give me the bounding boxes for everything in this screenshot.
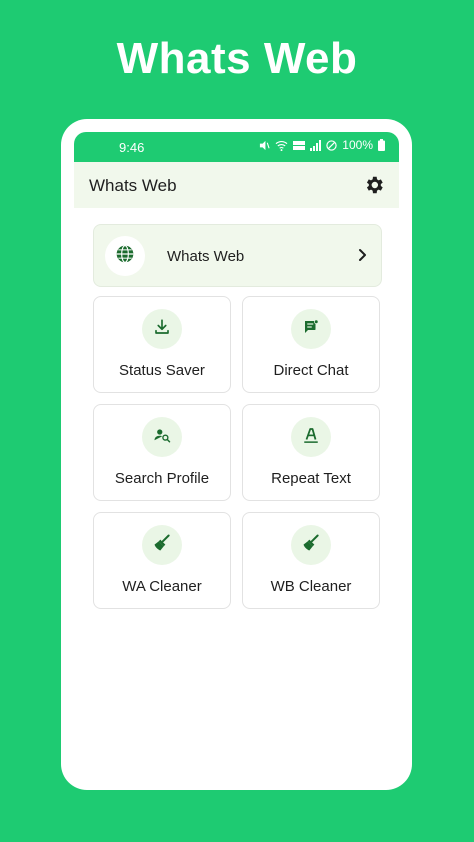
- signal-icon: [310, 139, 322, 151]
- broom-icon: [301, 533, 321, 558]
- tile-direct-chat[interactable]: Direct Chat: [242, 296, 380, 393]
- whats-web-card[interactable]: Whats Web: [93, 224, 382, 287]
- tile-label: Direct Chat: [273, 362, 349, 379]
- download-icon-circle: [142, 309, 182, 349]
- globe-icon: [115, 244, 135, 269]
- tile-search-profile[interactable]: Search Profile: [93, 404, 231, 501]
- tile-label: Search Profile: [114, 470, 210, 487]
- tile-label: Repeat Text: [271, 470, 351, 487]
- chat-icon-circle: [291, 309, 331, 349]
- whats-web-label: Whats Web: [167, 248, 245, 265]
- tile-status-saver[interactable]: Status Saver: [93, 296, 231, 393]
- broom-icon-circle: [142, 525, 182, 565]
- broom-icon-circle: [291, 525, 331, 565]
- promo-title: Whats Web: [116, 34, 358, 83]
- tile-repeat-text[interactable]: Repeat Text: [242, 404, 380, 501]
- chevron-right-icon: [358, 248, 367, 267]
- text-format-icon-circle: [291, 417, 331, 457]
- chat-icon: [302, 318, 320, 341]
- tile-wa-cleaner[interactable]: WA Cleaner: [93, 512, 231, 609]
- status-bar: 9:46 100%: [74, 132, 399, 162]
- tile-wb-cleaner[interactable]: WB Cleaner: [242, 512, 380, 609]
- status-icons: 100%: [259, 138, 385, 152]
- globe-icon-circle: [105, 236, 145, 276]
- lte-icon: [293, 140, 306, 151]
- search-profile-icon-circle: [142, 417, 182, 457]
- download-icon: [153, 318, 171, 341]
- phone-frame: 9:46 100% Whats Web Whats Web Status Sav…: [61, 119, 412, 790]
- app-bar: Whats Web: [74, 162, 399, 208]
- text-format-icon: [302, 426, 320, 449]
- broom-icon: [152, 533, 172, 558]
- tile-label: Status Saver: [119, 362, 205, 379]
- mute-icon: [259, 140, 270, 151]
- app-title: Whats Web: [89, 176, 177, 195]
- battery-percent: 100%: [342, 138, 373, 152]
- wifi-icon: [275, 140, 288, 151]
- status-time: 9:46: [119, 140, 145, 155]
- gear-icon: [363, 176, 385, 200]
- settings-button[interactable]: [363, 174, 385, 196]
- tile-label: WA Cleaner: [122, 578, 202, 595]
- dnd-icon: [326, 139, 337, 151]
- search-profile-icon: [153, 426, 171, 449]
- battery-icon: [378, 139, 385, 151]
- tile-label: WB Cleaner: [270, 578, 352, 595]
